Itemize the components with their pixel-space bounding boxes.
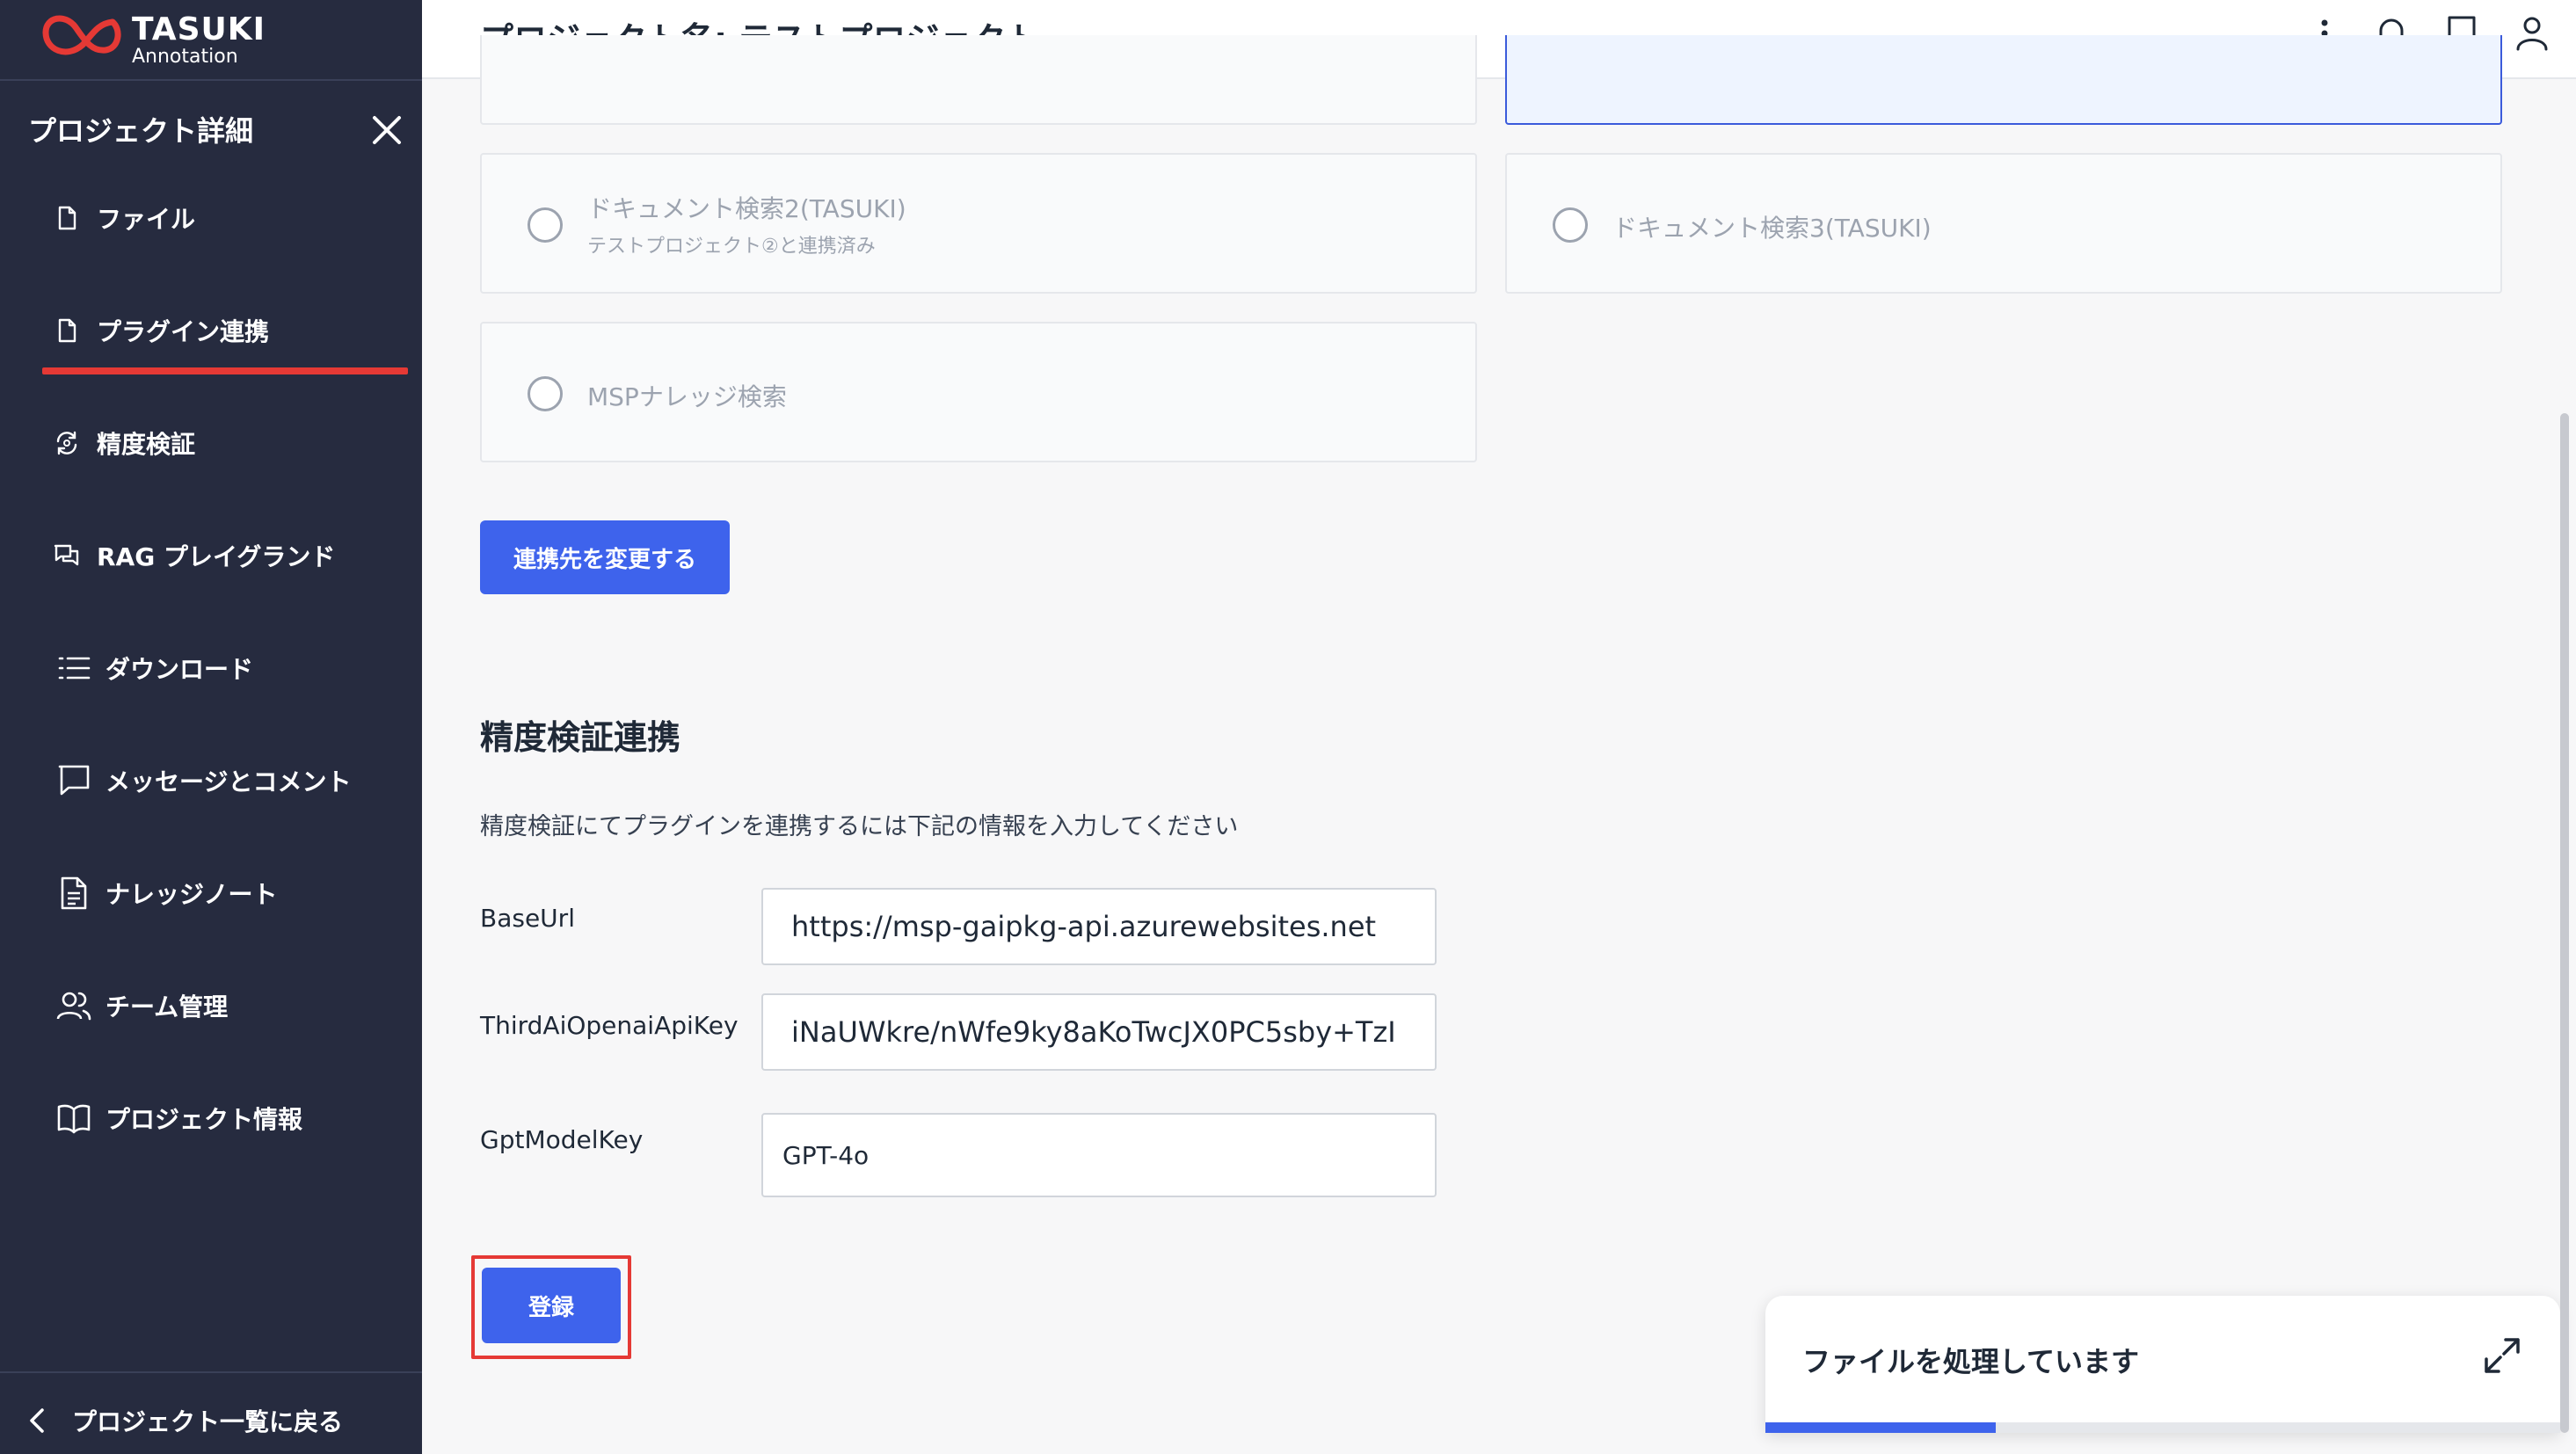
sidebar-title: プロジェクト詳細	[28, 114, 254, 148]
gpt-model-input[interactable]: GPT-4o	[761, 1113, 1437, 1197]
plugin-card-document-search-3[interactable]: ドキュメント検索3(TASUKI)	[1505, 153, 2502, 294]
message-icon	[58, 765, 90, 796]
processing-toast: ファイルを処理しています	[1765, 1296, 2560, 1433]
team-icon	[56, 992, 91, 1021]
sidebar-item-download[interactable]: ダウンロード	[56, 651, 253, 686]
gpt-model-label: GptModelKey	[480, 1125, 644, 1154]
sidebar-item-label: ダウンロード	[106, 655, 254, 684]
sidebar-item-label: メッセージとコメント	[106, 767, 352, 796]
sidebar-item-label: プロジェクト情報	[106, 1105, 303, 1134]
plugin-card-msp-knowledge[interactable]: MSPナレッジ検索	[480, 322, 1477, 462]
sidebar-item-rag-playground[interactable]: RAG プレイグランド	[53, 538, 335, 573]
api-key-label: ThirdAiOpenaiApiKey	[480, 1011, 739, 1040]
document-icon	[61, 876, 87, 910]
tasuki-logo-icon	[42, 15, 121, 55]
sidebar-item-team[interactable]: チーム管理	[56, 988, 228, 1023]
chevron-left-icon	[30, 1408, 44, 1433]
change-connection-button[interactable]: 連携先を変更する	[480, 520, 730, 594]
back-to-project-list[interactable]: プロジェクト一覧に戻る	[25, 1403, 343, 1438]
file-icon	[58, 318, 76, 343]
scrollbar[interactable]	[2560, 413, 2569, 1433]
plugin-card-label: ドキュメント検索3(TASUKI)	[1612, 214, 1932, 243]
back-label: プロジェクト一覧に戻る	[72, 1407, 344, 1436]
plugin-card-selected-partial[interactable]	[1505, 35, 2502, 125]
toast-message: ファイルを処理しています	[1802, 1345, 2140, 1378]
book-open-icon	[57, 1104, 91, 1134]
plugin-card-label: MSPナレッジ検索	[587, 382, 787, 411]
sidebar-divider	[0, 79, 422, 81]
active-tab-indicator	[42, 367, 408, 374]
sidebar-item-project-info[interactable]: プロジェクト情報	[56, 1101, 302, 1136]
sidebar-item-label: チーム管理	[106, 992, 229, 1021]
sidebar-item-accuracy[interactable]: 精度検証	[53, 425, 195, 461]
plugin-card-label: ドキュメント検索2(TASUKI)	[587, 194, 906, 223]
sidebar-item-knowledge-note[interactable]: ナレッジノート	[56, 876, 277, 911]
plugin-card-partial[interactable]	[480, 35, 1477, 125]
sidebar: TASUKI Annotation プロジェクト詳細 ファイル プラグイン連携 …	[0, 0, 422, 1454]
progress-fill	[1765, 1422, 1997, 1433]
radio-button[interactable]	[1553, 207, 1588, 243]
user-icon[interactable]	[2509, 11, 2555, 56]
radio-button[interactable]	[528, 376, 563, 411]
sidebar-item-label: 精度検証	[97, 430, 196, 459]
base-url-label: BaseUrl	[480, 904, 575, 933]
progress-track	[1765, 1422, 2560, 1433]
sidebar-item-file[interactable]: ファイル	[53, 200, 195, 236]
sidebar-divider	[0, 1371, 422, 1373]
logo-brand: TASUKI	[132, 11, 266, 47]
chat-bubbles-icon	[54, 544, 79, 566]
radio-button[interactable]	[528, 207, 563, 243]
sidebar-item-label: ナレッジノート	[106, 880, 278, 909]
expand-icon[interactable]	[2478, 1331, 2527, 1380]
file-icon	[58, 206, 76, 230]
list-icon	[58, 657, 91, 680]
section-description: 精度検証にてプラグインを連携するには下記の情報を入力してください	[480, 813, 1239, 840]
close-icon[interactable]	[367, 111, 406, 149]
sidebar-item-messages[interactable]: メッセージとコメント	[56, 763, 351, 798]
base-url-input[interactable]: https://msp-gaipkg-api.azurewebsites.net	[761, 888, 1437, 965]
plugin-card-sub: テストプロジェクト②と連携済み	[587, 236, 876, 258]
sidebar-item-label: ファイル	[97, 205, 196, 234]
sidebar-item-label: RAG プレイグランド	[97, 542, 336, 571]
api-key-input[interactable]: iNaUWkre/nWfe9ky8aKoTwcJX0PC5sby+TzI	[761, 993, 1437, 1071]
logo[interactable]: TASUKI Annotation	[39, 5, 266, 76]
plugin-card-document-search-2[interactable]: ドキュメント検索2(TASUKI) テストプロジェクト②と連携済み	[480, 153, 1477, 294]
submit-button[interactable]: 登録	[482, 1268, 621, 1343]
refresh-cycle-icon	[56, 431, 77, 455]
logo-sub: Annotation	[132, 46, 238, 68]
sidebar-item-plugin[interactable]: プラグイン連携	[53, 313, 269, 348]
section-title: 精度検証連携	[480, 718, 681, 757]
sidebar-item-label: プラグイン連携	[97, 317, 270, 346]
